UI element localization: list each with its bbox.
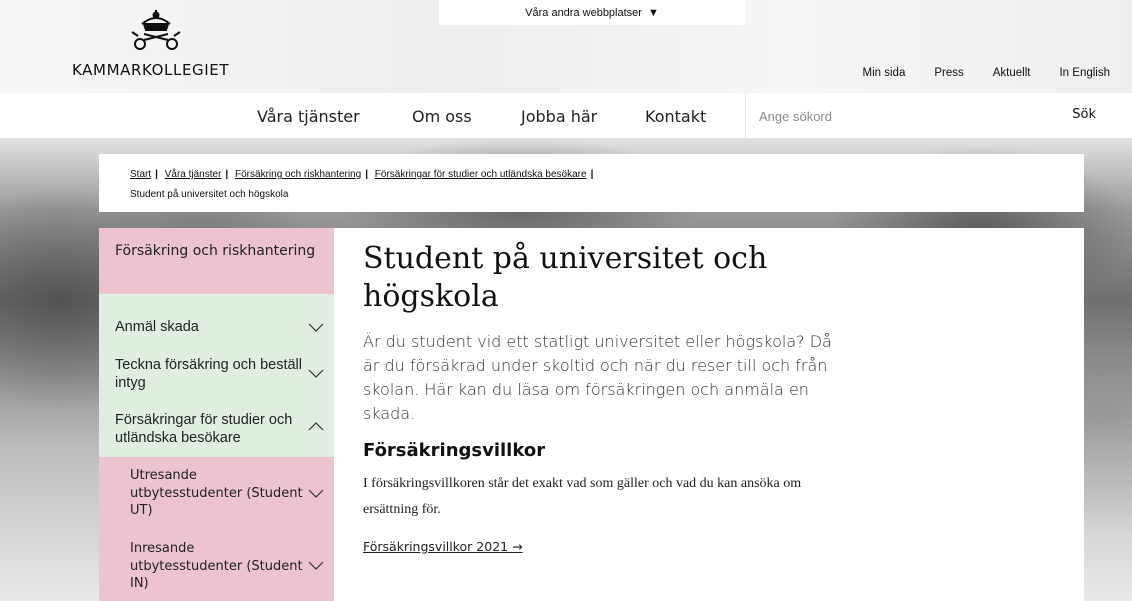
utility-link-press[interactable]: Press bbox=[934, 67, 963, 79]
sidebar-heading[interactable]: Försäkring och riskhantering bbox=[99, 228, 334, 294]
section-text: I försäkringsvillkoren står det exakt va… bbox=[363, 476, 802, 517]
chevron-down-icon[interactable] bbox=[308, 323, 324, 333]
utility-link-min-sida[interactable]: Min sida bbox=[863, 67, 906, 79]
sidebar-item-anmal-skada[interactable]: Anmäl skada bbox=[115, 318, 305, 336]
breadcrumb: Start | Våra tjänster | Försäkring och ris… bbox=[99, 154, 1084, 212]
nav-item-jobba-har[interactable]: Jobba här bbox=[521, 107, 597, 126]
chevron-up-icon[interactable] bbox=[308, 421, 324, 431]
section-heading: Försäkringsvillkor bbox=[363, 440, 546, 461]
sidebar-subitem-student-in[interactable]: Inresande utbytesstudenter (Student IN) bbox=[130, 540, 310, 593]
breadcrumb-separator: | bbox=[225, 169, 229, 180]
search-button[interactable]: Sök bbox=[1072, 107, 1096, 122]
breadcrumb-link-start[interactable]: Start bbox=[130, 169, 151, 180]
sidebar-item-label: Anmäl skada bbox=[115, 319, 199, 335]
chevron-down-icon[interactable] bbox=[308, 369, 324, 379]
utility-link-aktuellt[interactable]: Aktuellt bbox=[993, 67, 1031, 79]
sidebar-nav: Försäkring och riskhantering Anmäl skada… bbox=[99, 228, 334, 601]
lead-paragraph: Är du student vid ett statligt universit… bbox=[363, 332, 832, 423]
search-input[interactable] bbox=[759, 105, 1039, 127]
site-logo[interactable]: KAMMARKOLLEGIET bbox=[72, 10, 242, 82]
sidebar-subitem-student-ut[interactable]: Utresande utbytesstudenter (Student UT) bbox=[130, 467, 310, 520]
article: Student på universitet och högskola Är d… bbox=[363, 240, 833, 555]
sidebar-subitem-label: Inresande utbytesstudenter (Student IN) bbox=[130, 541, 303, 591]
breadcrumb-separator: | bbox=[365, 169, 368, 180]
site-header: KAMMARKOLLEGIET Våra andra webbplatser ▼… bbox=[0, 0, 1132, 93]
breadcrumb-link-forsakring[interactable]: Försäkring och riskhantering bbox=[235, 169, 361, 180]
breadcrumb-separator: | bbox=[155, 169, 158, 180]
sidebar-subsection: Utresande utbytesstudenter (Student UT) … bbox=[99, 457, 334, 601]
sidebar-section: Anmäl skada Teckna försäkring och bestäl… bbox=[99, 294, 334, 457]
utility-link-in-english[interactable]: In English bbox=[1059, 67, 1110, 79]
utility-nav: Min sida Press Aktuellt In English bbox=[834, 67, 1110, 79]
nav-item-vara-tjanster[interactable]: Våra tjänster bbox=[257, 107, 360, 126]
breadcrumb-separator: | bbox=[590, 169, 594, 180]
other-sites-label: Våra andra webbplatser bbox=[525, 6, 642, 19]
terms-link[interactable]: Försäkringsvillkor 2021 → bbox=[363, 539, 523, 554]
logo-text: KAMMARKOLLEGIET bbox=[72, 61, 230, 79]
chevron-down-icon[interactable] bbox=[308, 561, 324, 571]
sidebar-item-label: Försäkringar för studier och utländska b… bbox=[115, 412, 293, 446]
page-title: Student på universitet och högskola bbox=[363, 241, 768, 314]
other-sites-dropdown[interactable]: Våra andra webbplatser ▼ bbox=[439, 0, 745, 25]
sidebar-subitem-label: Utresande utbytesstudenter (Student UT) bbox=[130, 468, 303, 518]
breadcrumb-link-studier[interactable]: Försäkringar för studier och utländska b… bbox=[375, 169, 587, 180]
sidebar-item-forsakringar-studier[interactable]: Försäkringar för studier och utländska b… bbox=[115, 411, 305, 447]
nav-item-om-oss[interactable]: Om oss bbox=[412, 107, 472, 126]
search-box: Sök bbox=[745, 93, 1132, 138]
breadcrumb-link-vara-tjanster[interactable]: Våra tjänster bbox=[165, 169, 222, 180]
sidebar-item-label: Teckna försäkring och beställ intyg bbox=[115, 357, 302, 391]
breadcrumb-current: Student på universitet och högskola bbox=[130, 189, 289, 200]
sidebar-item-teckna-forsakring[interactable]: Teckna försäkring och beställ intyg bbox=[115, 356, 305, 392]
chevron-down-icon[interactable] bbox=[308, 489, 324, 499]
caret-down-icon: ▼ bbox=[647, 6, 659, 19]
nav-item-kontakt[interactable]: Kontakt bbox=[645, 107, 706, 126]
crown-keys-icon bbox=[131, 10, 181, 50]
